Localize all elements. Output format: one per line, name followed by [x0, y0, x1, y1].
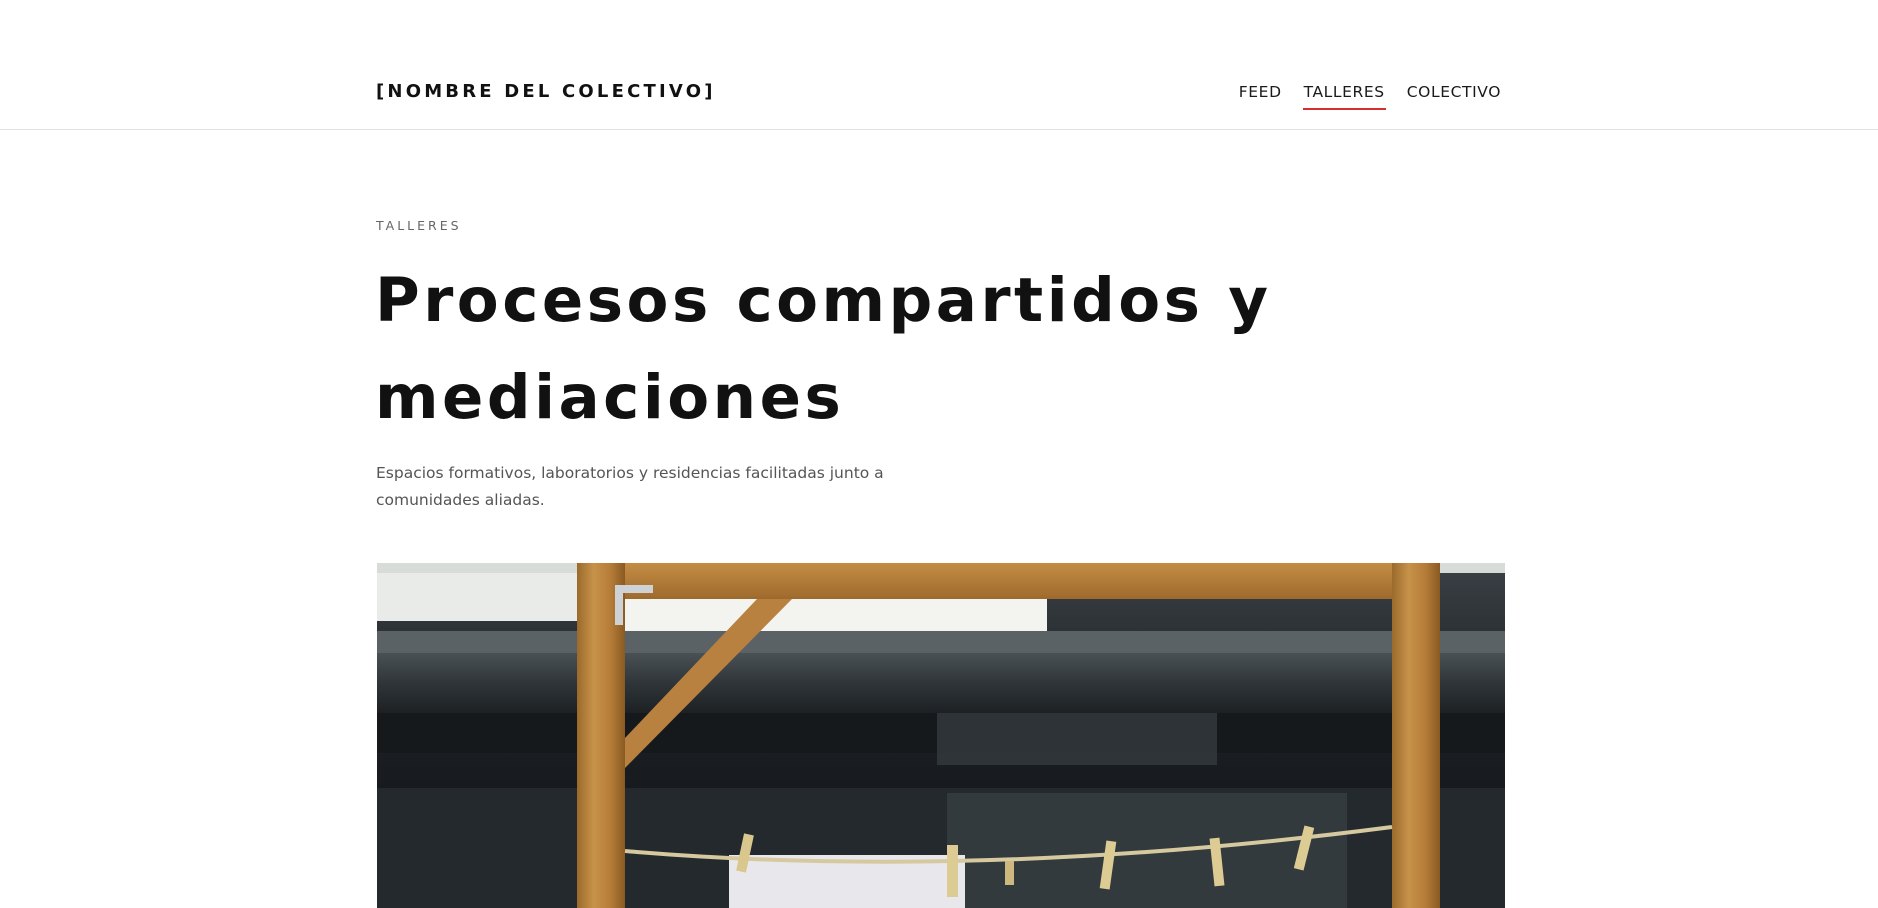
main-nav: FEED TALLERES COLECTIVO [1238, 81, 1502, 110]
brand-logo-link[interactable]: [NOMBRE DEL COLECTIVO] [376, 81, 716, 103]
nav-link-talleres[interactable]: TALLERES [1302, 81, 1386, 110]
nav-link-colectivo[interactable]: COLECTIVO [1406, 81, 1502, 103]
section-eyebrow: TALLERES [376, 218, 462, 233]
site-header: [NOMBRE DEL COLECTIVO] FEED TALLERES COL… [0, 0, 1878, 130]
page-title: Procesos compartidos y mediaciones [375, 265, 1272, 433]
nav-link-feed[interactable]: FEED [1238, 81, 1283, 103]
hero-image [377, 563, 1505, 908]
workshop-frame-illustration [377, 563, 1505, 908]
page-lead: Espacios formativos, laboratorios y resi… [376, 464, 884, 509]
